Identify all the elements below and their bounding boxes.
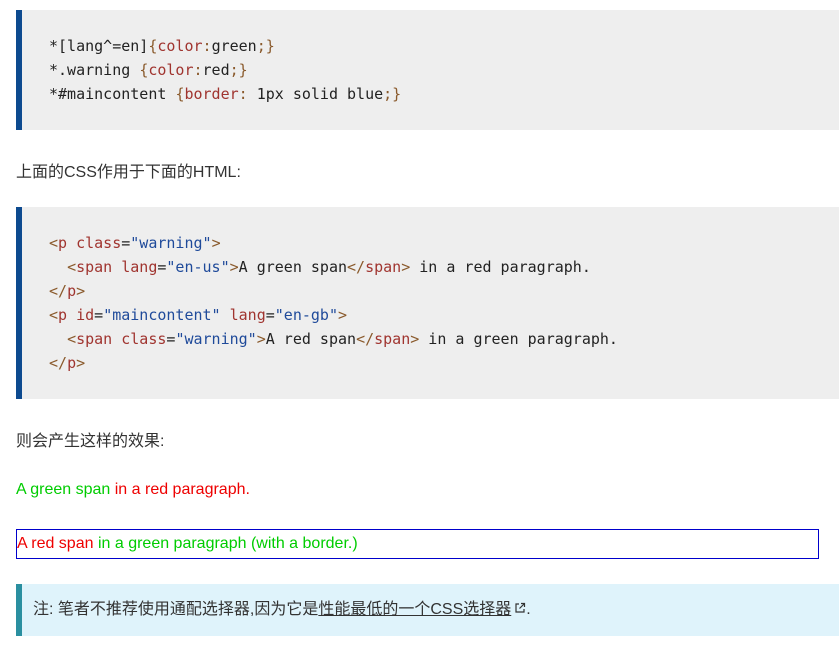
code-token: > bbox=[229, 258, 239, 276]
demo-green-span: A green span bbox=[16, 481, 111, 498]
code-token: = bbox=[265, 306, 275, 324]
code-token: "warning" bbox=[175, 330, 257, 348]
code-token: : bbox=[202, 37, 212, 55]
note-box: 注: 笔者不推荐使用通配选择器,因为它是性能最低的一个CSS选择器. bbox=[16, 584, 839, 636]
demo-paragraph-rest: in a green paragraph (with a border.) bbox=[93, 535, 358, 552]
code-token: = bbox=[94, 306, 104, 324]
code-token: red bbox=[202, 61, 230, 79]
css-code-line: *.warning {color:red;} bbox=[49, 58, 839, 82]
code-token: > bbox=[256, 330, 266, 348]
code-token: > bbox=[338, 306, 348, 324]
code-token: < bbox=[49, 306, 59, 324]
css-code-block: *[lang^=en]{color:green;} *.warning {colo… bbox=[16, 10, 839, 130]
code-token: : bbox=[193, 61, 203, 79]
code-token: lang bbox=[220, 306, 266, 324]
code-token: color bbox=[157, 37, 203, 55]
code-token: A green span bbox=[238, 258, 348, 276]
code-token: class bbox=[112, 330, 167, 348]
code-token: = bbox=[121, 234, 131, 252]
code-token: span bbox=[76, 330, 113, 348]
code-token: lang bbox=[112, 258, 158, 276]
code-token: in a red paragraph. bbox=[410, 258, 591, 276]
code-token: "en-gb" bbox=[274, 306, 338, 324]
code-token: </ bbox=[49, 282, 68, 300]
code-token: A red span bbox=[265, 330, 357, 348]
html-code-line: </p> bbox=[49, 279, 839, 303]
code-token: > bbox=[76, 354, 86, 372]
html-code-line: <p id="maincontent" lang="en-gb"> bbox=[49, 303, 839, 327]
code-token: span bbox=[76, 258, 113, 276]
code-token: id bbox=[67, 306, 95, 324]
code-token: 1px solid blue bbox=[256, 85, 384, 103]
code-token: > bbox=[401, 258, 411, 276]
code-token: > bbox=[410, 330, 420, 348]
code-token: class bbox=[67, 234, 122, 252]
code-token: in a green paragraph. bbox=[419, 330, 618, 348]
code-token: ;} bbox=[256, 37, 275, 55]
performance-link-label[interactable]: 性能最低的一个CSS选择器 bbox=[318, 601, 511, 618]
demo-red-span: A red span bbox=[17, 535, 94, 552]
code-token: < bbox=[67, 330, 77, 348]
performance-link[interactable]: 性能最低的一个CSS选择器 bbox=[318, 601, 526, 618]
note-suffix: . bbox=[526, 601, 531, 618]
code-token: { bbox=[139, 61, 149, 79]
code-token: span bbox=[374, 330, 411, 348]
demo-paragraph-maincontent: A red span in a green paragraph (with a … bbox=[16, 529, 819, 559]
code-token: *.warning bbox=[49, 61, 140, 79]
css-applies-paragraph: 上面的CSS作用于下面的HTML: bbox=[16, 164, 241, 181]
html-code-line: <span lang="en-us">A green span</span> i… bbox=[49, 255, 839, 279]
code-token: *#maincontent bbox=[49, 85, 176, 103]
code-token: p bbox=[58, 306, 68, 324]
css-code-line: *[lang^=en]{color:green;} bbox=[49, 34, 839, 58]
effect-paragraph: 则会产生这样的效果: bbox=[16, 433, 165, 450]
code-token: ;} bbox=[229, 61, 248, 79]
code-token: color bbox=[148, 61, 194, 79]
code-token: "warning" bbox=[130, 234, 212, 252]
code-token: ;} bbox=[383, 85, 402, 103]
external-link-icon[interactable] bbox=[514, 584, 526, 636]
code-token: </ bbox=[347, 258, 366, 276]
note-prefix: 注: 笔者不推荐使用通配选择器,因为它是 bbox=[33, 601, 319, 618]
html-code-block: <p class="warning"> <span lang="en-us">A… bbox=[16, 207, 839, 399]
code-token: < bbox=[49, 234, 59, 252]
code-token: border bbox=[184, 85, 239, 103]
code-token: "en-us" bbox=[166, 258, 230, 276]
code-token: < bbox=[67, 258, 77, 276]
demo-paragraph-rest: in a red paragraph. bbox=[110, 481, 250, 498]
code-token: </ bbox=[356, 330, 375, 348]
demo-paragraph-warning: A green span in a red paragraph. bbox=[16, 481, 250, 499]
html-code-line: <p class="warning"> bbox=[49, 231, 839, 255]
code-token: </ bbox=[49, 354, 68, 372]
css-code-line: *#maincontent {border: 1px solid blue;} bbox=[49, 82, 839, 106]
code-token: : bbox=[238, 85, 257, 103]
code-token: span bbox=[365, 258, 402, 276]
code-token: p bbox=[58, 234, 68, 252]
code-token: p bbox=[67, 354, 77, 372]
html-code-line: <span class="warning">A red span</span> … bbox=[49, 327, 839, 351]
html-code-line: </p> bbox=[49, 351, 839, 375]
code-token: "maincontent" bbox=[103, 306, 221, 324]
code-token: green bbox=[211, 37, 257, 55]
code-token: > bbox=[211, 234, 221, 252]
code-token: > bbox=[76, 282, 86, 300]
code-token: p bbox=[67, 282, 77, 300]
code-token: *[lang^=en] bbox=[49, 37, 149, 55]
